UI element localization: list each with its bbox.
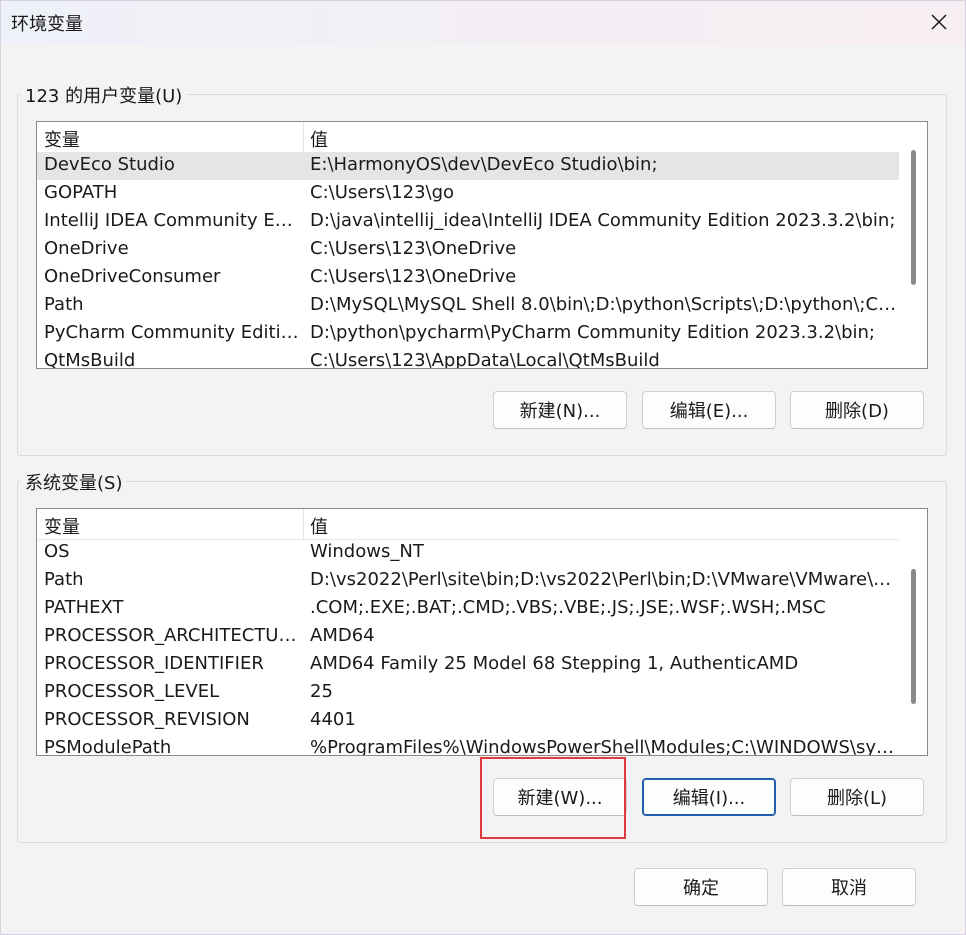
list-rows: OS Windows_NT Path D:\vs2022\Perl\site\bin;… (37, 539, 899, 755)
variable-value: E:\HarmonyOS\dev\DevEco Studio\bin; (310, 154, 658, 175)
variable-value: C:\Users\123\OneDrive (310, 238, 517, 259)
variable-value: 25 (310, 681, 333, 702)
variable-value: C:\Users\123\OneDrive (310, 266, 517, 287)
close-icon (931, 14, 947, 30)
title-bar[interactable]: 环境变量 (1, 1, 965, 44)
table-row[interactable]: PROCESSOR_LEVEL 25 (37, 679, 899, 707)
vertical-scrollbar[interactable] (899, 509, 927, 755)
variable-value: D:\python\pycharm\PyCharm Community Edit… (310, 322, 875, 343)
variable-name: IntelliJ IDEA Community Edition (44, 210, 300, 231)
system-delete-button[interactable]: 删除(L) (790, 778, 924, 816)
column-header-value[interactable]: 值 (310, 126, 328, 152)
variable-value: AMD64 Family 25 Model 68 Stepping 1, Aut… (310, 653, 799, 674)
table-row[interactable]: PROCESSOR_ARCHITECTURE AMD64 (37, 623, 899, 651)
variable-name: OneDriveConsumer (44, 266, 221, 287)
column-header-value[interactable]: 值 (310, 513, 328, 539)
table-row[interactable]: PSModulePath %ProgramFiles%\WindowsPowerS… (37, 735, 899, 755)
variable-name: Path (44, 569, 84, 590)
table-row[interactable]: OneDriveConsumer C:\Users\123\OneDrive (37, 264, 899, 292)
variable-name: OS (44, 541, 70, 562)
variable-value: C:\Users\123\AppData\Local\QtMsBuild (310, 350, 660, 368)
variable-value: D:\MySQL\MySQL Shell 8.0\bin\;D:\python\… (310, 294, 899, 315)
user-edit-button[interactable]: 编辑(E)... (642, 391, 776, 429)
system-variables-label: 系统变量(S) (21, 469, 127, 495)
variable-value: 4401 (310, 709, 356, 730)
variable-name: PyCharm Community Edition (44, 322, 300, 343)
table-row[interactable]: Path D:\vs2022\Perl\site\bin;D:\vs2022\Pe… (37, 567, 899, 595)
table-row[interactable]: Path D:\MySQL\MySQL Shell 8.0\bin\;D:\pyt… (37, 292, 899, 320)
scroll-thumb[interactable] (911, 150, 916, 285)
variable-name: QtMsBuild (44, 350, 136, 368)
user-variables-list[interactable]: 变量 值 DevEco Studio E:\HarmonyOS\dev\DevEc… (36, 121, 928, 369)
variable-value: %ProgramFiles%\WindowsPowerShell\Modules… (310, 737, 899, 755)
close-button[interactable] (919, 3, 959, 41)
table-row[interactable]: PROCESSOR_REVISION 4401 (37, 707, 899, 735)
variable-value: C:\Users\123\go (310, 182, 455, 203)
variable-name: Path (44, 294, 84, 315)
system-edit-button[interactable]: 编辑(I)... (642, 778, 776, 816)
window-title: 环境变量 (11, 14, 83, 35)
environment-variables-dialog: 环境变量 123 的用户变量(U) 变量 值 DevEco Studio E:\H… (0, 0, 966, 935)
user-delete-button[interactable]: 删除(D) (790, 391, 924, 429)
ok-button[interactable]: 确定 (634, 868, 768, 906)
cancel-button[interactable]: 取消 (782, 868, 916, 906)
table-row[interactable]: PATHEXT .COM;.EXE;.BAT;.CMD;.VBS;.VBE;.JS… (37, 595, 899, 623)
column-header-variable[interactable]: 变量 (44, 126, 80, 152)
variable-value: D:\java\intellij_idea\IntelliJ IDEA Comm… (310, 210, 896, 231)
variable-value: Windows_NT (310, 541, 424, 562)
vertical-scrollbar[interactable] (899, 122, 927, 368)
column-divider[interactable] (303, 509, 304, 539)
list-header: 变量 值 (37, 509, 899, 540)
user-variables-label: 123 的用户变量(U) (21, 82, 187, 108)
variable-value: AMD64 (310, 625, 375, 646)
table-row[interactable]: GOPATH C:\Users\123\go (37, 180, 899, 208)
variable-name: OneDrive (44, 238, 129, 259)
table-row[interactable]: OneDrive C:\Users\123\OneDrive (37, 236, 899, 264)
column-header-variable[interactable]: 变量 (44, 513, 80, 539)
table-row[interactable]: IntelliJ IDEA Community Edition D:\java\i… (37, 208, 899, 236)
table-row[interactable]: PyCharm Community Edition D:\python\pycha… (37, 320, 899, 348)
variable-name: PROCESSOR_IDENTIFIER (44, 653, 264, 674)
table-row[interactable]: DevEco Studio E:\HarmonyOS\dev\DevEco Stu… (37, 152, 899, 180)
variable-name: PROCESSOR_REVISION (44, 709, 250, 730)
table-row[interactable]: QtMsBuild C:\Users\123\AppData\Local\QtMs… (37, 348, 899, 368)
list-rows: DevEco Studio E:\HarmonyOS\dev\DevEco Stu… (37, 152, 899, 368)
column-divider[interactable] (303, 122, 304, 152)
variable-name: PSModulePath (44, 737, 172, 755)
list-header: 变量 值 (37, 122, 899, 153)
variable-name: PROCESSOR_LEVEL (44, 681, 220, 702)
scroll-thumb[interactable] (911, 568, 916, 704)
table-row[interactable]: PROCESSOR_IDENTIFIER AMD64 Family 25 Mode… (37, 651, 899, 679)
system-new-button[interactable]: 新建(W)... (493, 778, 627, 816)
variable-name: PROCESSOR_ARCHITECTURE (44, 625, 300, 646)
variable-name: DevEco Studio (44, 154, 175, 175)
variable-name: GOPATH (44, 182, 118, 203)
user-new-button[interactable]: 新建(N)... (493, 391, 627, 429)
variable-value: .COM;.EXE;.BAT;.CMD;.VBS;.VBE;.JS;.JSE;.… (310, 597, 826, 618)
variable-name: PATHEXT (44, 597, 124, 618)
variable-value: D:\vs2022\Perl\site\bin;D:\vs2022\Perl\b… (310, 569, 899, 590)
table-row[interactable]: OS Windows_NT (37, 539, 899, 567)
system-variables-list[interactable]: 变量 值 OS Windows_NT Path D:\vs2022\Perl\site… (36, 508, 928, 756)
